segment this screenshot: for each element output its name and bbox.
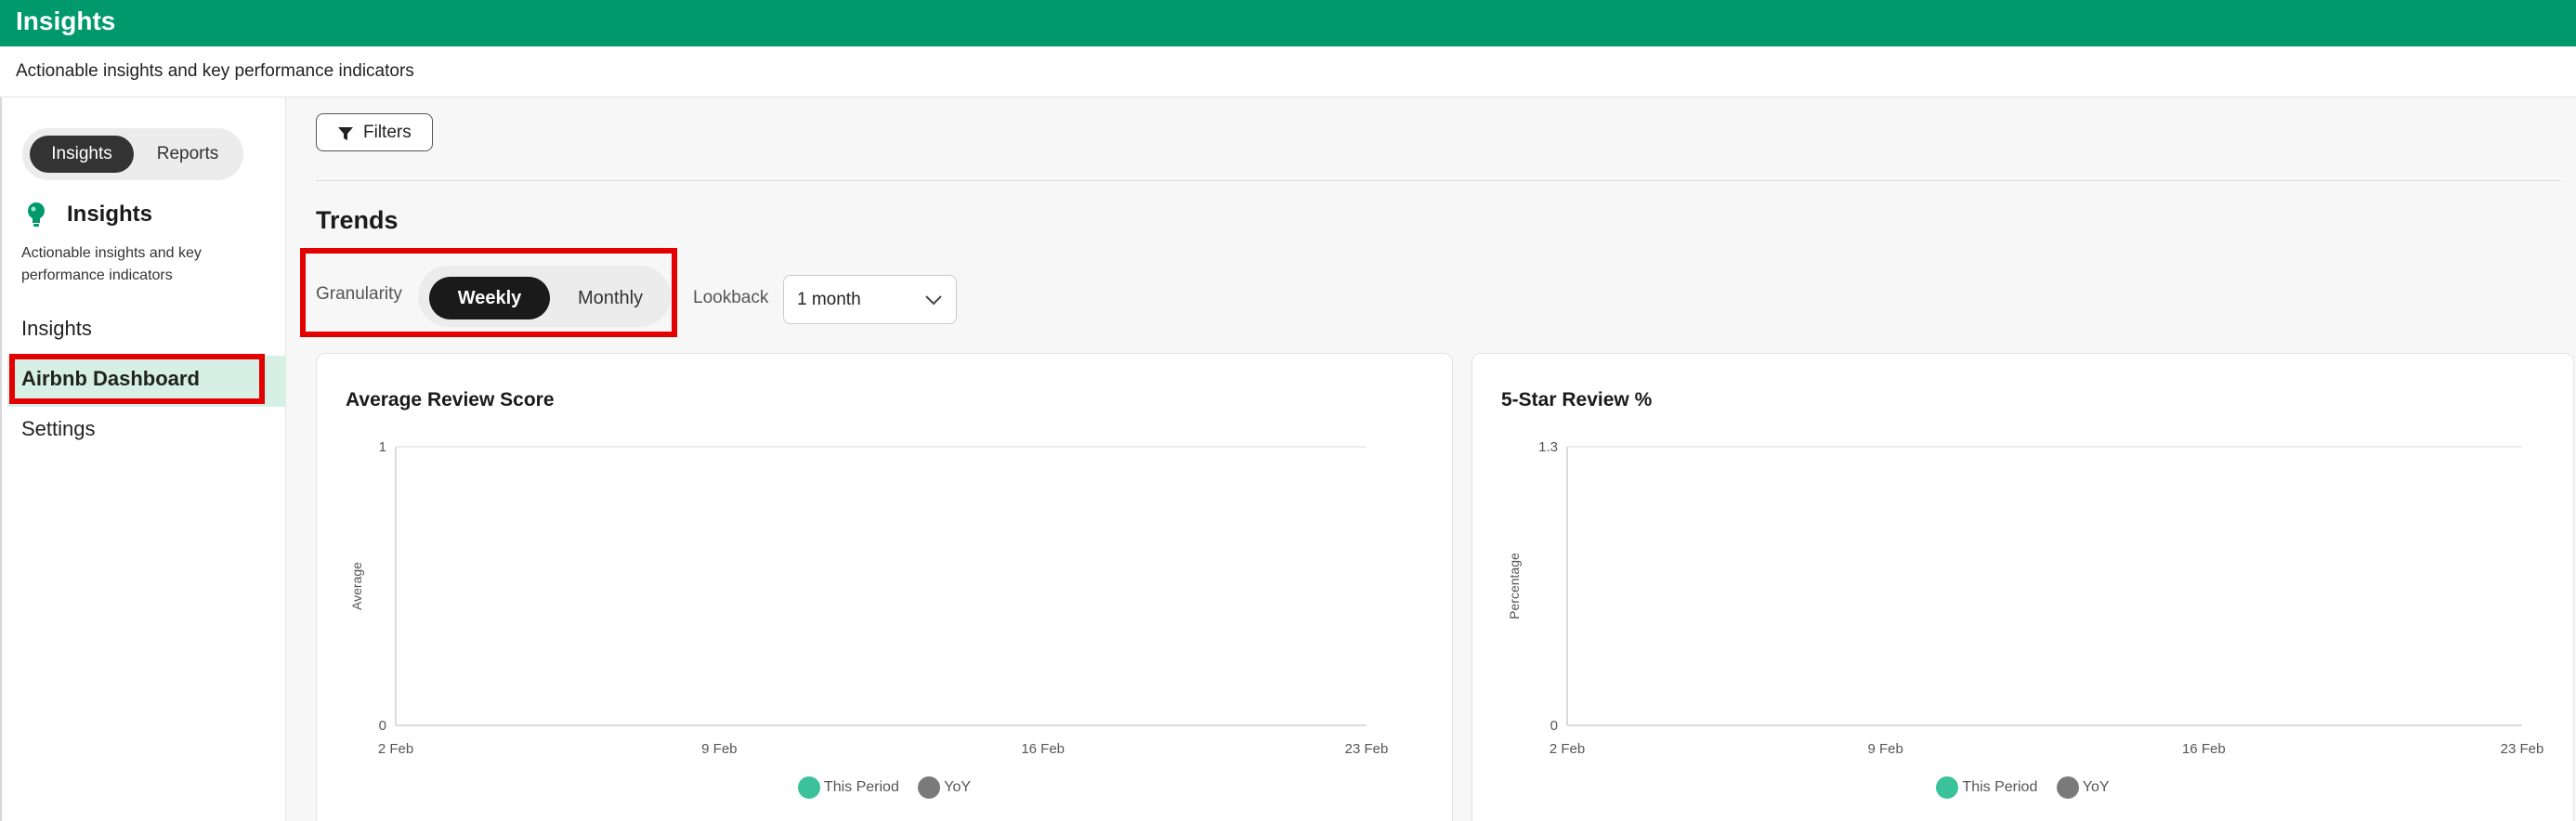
y-tick-label: 1 [379,439,386,455]
legend-item-this-period[interactable]: This Period [797,776,899,799]
y-tick-label: 1.3 [1538,439,1558,455]
y-tick-label: 0 [379,718,386,734]
sidebar-description: Actionable insights and key performance … [21,245,202,283]
sidebar-item-insights[interactable]: Insights [21,317,92,341]
x-tick-label: 9 Feb [1867,741,1903,757]
toggle-reports[interactable]: Reports [139,136,236,173]
sidebar: Insights Reports Insights Actionable ins… [0,98,286,821]
legend-label: This Period [1962,779,2038,796]
legend-swatch [2056,776,2079,799]
filters-button[interactable]: Filters [316,113,433,151]
x-tick-label: 2 Feb [1550,741,1585,757]
sidebar-item-settings[interactable]: Settings [21,417,96,441]
y-axis-label: Average [349,562,364,610]
y-axis-label: Percentage [1507,553,1522,619]
y-tick-label: 0 [1550,718,1558,734]
legend-label: This Period [823,779,899,796]
chart-legend: This Period YoY [1472,776,2573,799]
app-subheader: Actionable insights and key performance … [0,46,2576,98]
legend-item-yoy[interactable]: YoY [918,776,971,799]
x-tick-label: 2 Feb [378,741,413,757]
lookback-value: 1 month [797,290,861,309]
main-content: Filters Trends Granularity Weekly Monthl… [286,98,2576,821]
chart-card-five-star-review-pct: 5-Star Review % 0 1.3 2 Feb 9 Feb 16 Feb 23 F… [1471,353,2574,821]
chart-legend: This Period YoY [317,776,1452,799]
legend-item-this-period[interactable]: This Period [1936,776,2037,799]
x-tick-label: 23 Feb [1345,741,1389,757]
lookback-label: Lookback [693,288,769,307]
legend-swatch [918,776,941,799]
legend-swatch [797,776,820,799]
chevron-down-icon [925,295,942,306]
x-tick-label: 16 Feb [1021,741,1065,757]
filter-icon [338,127,353,140]
filters-label: Filters [363,123,412,142]
highlight-box-granularity [300,248,677,337]
chart-card-average-review-score: Average Review Score 012 Feb 9 Feb 16 Feb 2… [316,353,1453,821]
toggle-insights[interactable]: Insights [30,136,134,173]
x-tick-label: 16 Feb [2182,741,2226,757]
divider [316,180,2561,181]
lookback-select[interactable]: 1 month [783,275,957,324]
sidebar-title: Insights [67,202,153,227]
legend-label: YoY [944,779,972,796]
highlight-box-sidebar [9,354,265,404]
app-subtitle: Actionable insights and key performance … [16,61,414,81]
legend-swatch [1936,776,1959,799]
x-tick-label: 23 Feb [2501,741,2544,757]
legend-item-yoy[interactable]: YoY [2056,776,2110,799]
section-title-trends: Trends [316,206,399,234]
app-title: Insights [16,7,116,35]
app-header: Insights [0,0,2576,46]
sidebar-mode-toggle: Insights Reports [22,128,243,180]
lightbulb-icon [26,202,46,228]
legend-label: YoY [2082,779,2110,796]
chart-svg: 0 1 2 Feb 9 Feb 16 Feb 23 Feb Average [349,439,1389,757]
chart-svg: 0 1.3 2 Feb 9 Feb 16 Feb 23 Feb Percentage [1507,439,2544,757]
x-tick-label: 9 Feb [701,741,737,757]
